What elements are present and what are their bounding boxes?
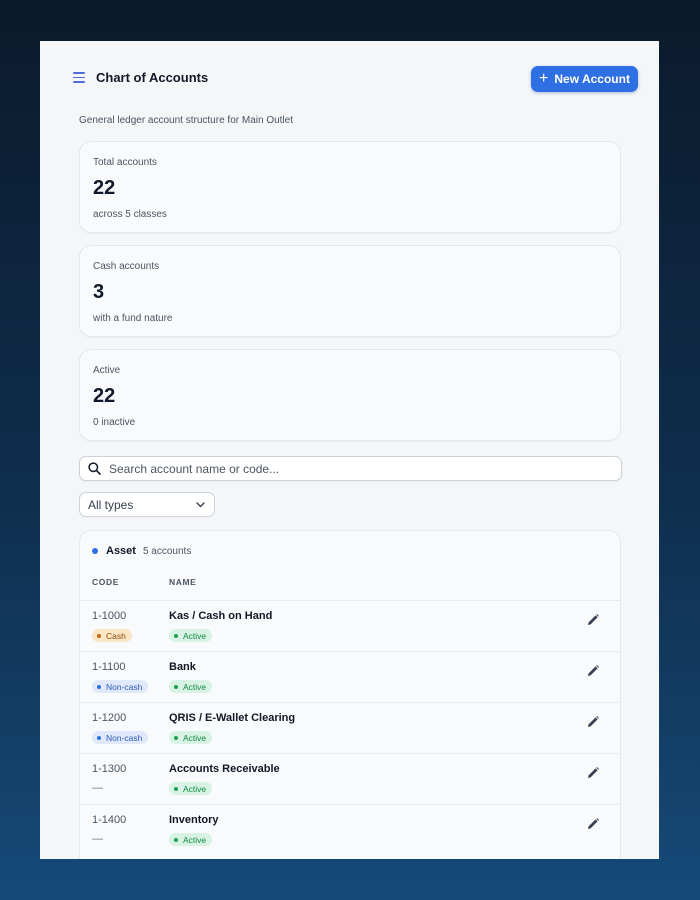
table-row[interactable]: 1-1400 Inventory — Active xyxy=(80,804,620,856)
group-count: 5 accounts xyxy=(142,545,192,557)
status-badge: Active xyxy=(169,731,213,744)
menu-icon[interactable] xyxy=(73,72,85,84)
nature-empty: — xyxy=(92,833,103,845)
page-title: Chart of Accounts xyxy=(96,70,209,85)
group-color-dot xyxy=(92,548,98,554)
pencil-icon[interactable] xyxy=(586,664,600,678)
account-group-asset: Asset 5 accounts CODE NAME 1-1000 Kas / … xyxy=(79,530,621,859)
stat-card-active: Active 22 0 inactive xyxy=(79,349,621,441)
group-header: Asset 5 accounts xyxy=(92,545,191,557)
nature-badge: Non-cash xyxy=(92,680,149,693)
stat-label: Total accounts xyxy=(93,157,157,168)
stat-note: with a fund nature xyxy=(93,313,173,324)
stat-label: Cash accounts xyxy=(93,261,160,272)
column-header-name: NAME xyxy=(169,577,197,587)
account-code: 1-1300 xyxy=(92,763,127,775)
pencil-icon[interactable] xyxy=(586,715,600,729)
account-name: Accounts Receivable xyxy=(169,763,280,775)
account-code: 1-1100 xyxy=(92,661,126,673)
account-code: 1-1000 xyxy=(92,610,127,622)
pencil-icon[interactable] xyxy=(586,613,600,627)
search-input[interactable] xyxy=(107,460,621,477)
account-name: QRIS / E-Wallet Clearing xyxy=(169,712,296,724)
status-badge: Active xyxy=(169,629,213,642)
table-row[interactable]: 1-1100 Bank Non-cash Active xyxy=(80,651,620,703)
stat-value: 22 xyxy=(93,177,116,199)
account-name: Kas / Cash on Hand xyxy=(169,610,273,622)
pencil-icon[interactable] xyxy=(586,817,600,831)
search-box xyxy=(79,456,622,481)
chevron-down-icon xyxy=(196,501,205,507)
table-row[interactable]: 1-1000 Kas / Cash on Hand Cash Active xyxy=(80,600,620,652)
table-row[interactable]: 1-1200 QRIS / E-Wallet Clearing Non-cash… xyxy=(80,702,620,754)
stat-value: 3 xyxy=(93,281,105,303)
account-name: Inventory xyxy=(169,814,219,826)
column-header-code: CODE xyxy=(92,577,119,587)
search-icon xyxy=(88,462,101,475)
type-filter-value: All types xyxy=(88,497,134,512)
account-code: 1-1400 xyxy=(92,814,127,826)
stat-card-cash-accounts: Cash accounts 3 with a fund nature xyxy=(79,245,621,337)
type-filter-select[interactable]: All types xyxy=(79,492,215,517)
group-name: Asset xyxy=(106,545,136,557)
stat-note: 0 inactive xyxy=(93,417,136,428)
account-name: Bank xyxy=(169,661,196,673)
chart-of-accounts-panel: Chart of Accounts + New Account General … xyxy=(40,41,659,859)
stat-label: Active xyxy=(93,365,121,376)
new-account-button[interactable]: + New Account xyxy=(531,66,638,92)
status-badge: Active xyxy=(169,782,213,795)
stat-value: 22 xyxy=(93,385,116,407)
account-code: 1-1200 xyxy=(92,712,127,724)
plus-icon: + xyxy=(539,69,549,87)
new-account-label: New Account xyxy=(554,72,630,86)
pencil-icon[interactable] xyxy=(586,766,600,780)
nature-badge: Cash xyxy=(92,629,132,642)
nature-badge: Non-cash xyxy=(92,731,149,744)
nature-empty: — xyxy=(92,782,103,794)
stat-note: across 5 classes xyxy=(93,209,167,220)
status-badge: Active xyxy=(169,680,213,693)
table-row[interactable]: 1-1300 Accounts Receivable — Active xyxy=(80,753,620,805)
status-badge: Active xyxy=(169,833,213,846)
page-subtitle: General ledger account structure for Mai… xyxy=(79,115,293,126)
stat-card-total-accounts: Total accounts 22 across 5 classes xyxy=(79,141,621,233)
top-bar: Chart of Accounts + New Account xyxy=(40,41,659,116)
